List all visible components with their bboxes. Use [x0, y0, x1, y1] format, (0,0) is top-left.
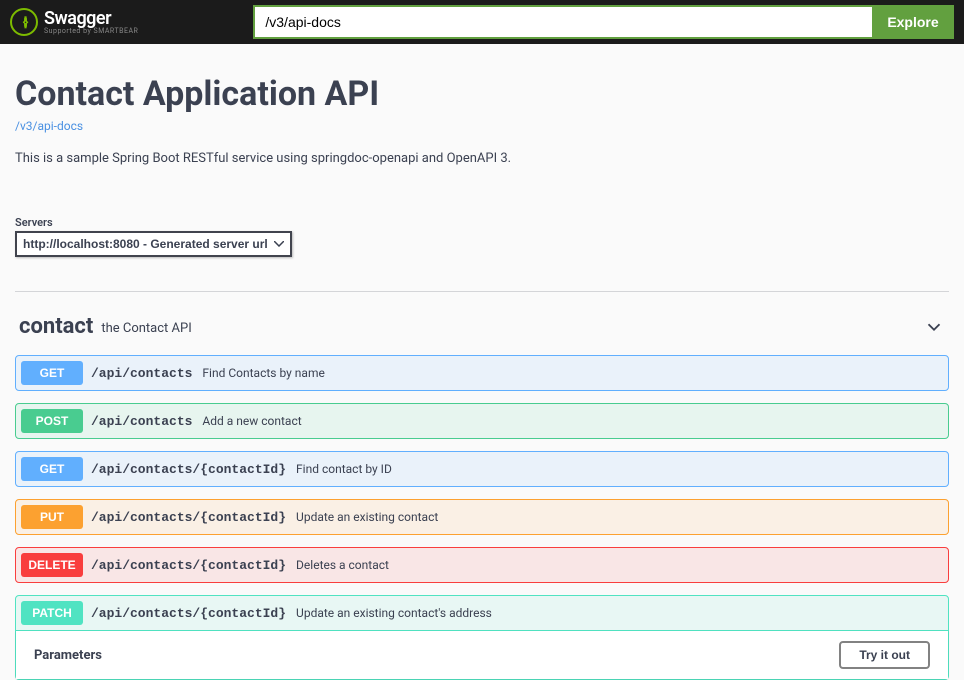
- method-badge: PUT: [21, 505, 83, 529]
- op-get-contact-by-id[interactable]: GET /api/contacts/{contactId} Find conta…: [15, 451, 949, 487]
- spec-url-input[interactable]: [253, 5, 872, 39]
- logo-text: Swagger: [44, 10, 138, 28]
- op-summary: Deletes a contact: [296, 558, 389, 572]
- op-summary: Find Contacts by name: [202, 366, 324, 380]
- op-path: /api/contacts/{contactId}: [91, 606, 286, 621]
- api-title: Contact Application API: [15, 74, 949, 114]
- op-patch-contact[interactable]: PATCH /api/contacts/{contactId} Update a…: [15, 595, 949, 680]
- server-select[interactable]: http://localhost:8080 - Generated server…: [15, 231, 292, 257]
- op-path: /api/contacts: [91, 366, 192, 381]
- chevron-down-icon: [923, 316, 945, 338]
- op-summary: Add a new contact: [202, 414, 301, 428]
- tag-description: the Contact API: [101, 321, 191, 336]
- method-badge: PATCH: [21, 601, 83, 625]
- method-badge: POST: [21, 409, 83, 433]
- op-summary: Update an existing contact: [296, 510, 438, 524]
- servers-label: Servers: [15, 216, 949, 229]
- tag-name: contact: [19, 314, 93, 339]
- swagger-logo-icon: { }: [10, 8, 38, 36]
- parameters-heading: Parameters: [34, 648, 102, 663]
- method-badge: GET: [21, 361, 83, 385]
- op-summary: Find contact by ID: [296, 462, 392, 476]
- method-badge: DELETE: [21, 553, 83, 577]
- search-form: Explore: [253, 5, 954, 39]
- docs-link[interactable]: /v3/api-docs: [15, 119, 83, 133]
- logo-subtext: Supported by SMARTBEAR: [44, 28, 138, 35]
- op-path: /api/contacts/{contactId}: [91, 462, 286, 477]
- topbar: { } Swagger Supported by SMARTBEAR Explo…: [0, 0, 964, 44]
- op-path: /api/contacts/{contactId}: [91, 558, 286, 573]
- op-put-contact[interactable]: PUT /api/contacts/{contactId} Update an …: [15, 499, 949, 535]
- tag-contact[interactable]: contact the Contact API: [15, 292, 949, 355]
- op-post-contacts[interactable]: POST /api/contacts Add a new contact: [15, 403, 949, 439]
- op-summary: Update an existing contact's address: [296, 606, 492, 620]
- op-path: /api/contacts: [91, 414, 192, 429]
- op-expanded-body: Parameters Try it out: [16, 630, 948, 679]
- op-delete-contact[interactable]: DELETE /api/contacts/{contactId} Deletes…: [15, 547, 949, 583]
- api-description: This is a sample Spring Boot RESTful ser…: [15, 151, 949, 166]
- method-badge: GET: [21, 457, 83, 481]
- try-it-out-button[interactable]: Try it out: [839, 641, 930, 669]
- swagger-logo[interactable]: { } Swagger Supported by SMARTBEAR: [10, 8, 158, 36]
- op-get-contacts[interactable]: GET /api/contacts Find Contacts by name: [15, 355, 949, 391]
- explore-button[interactable]: Explore: [872, 5, 954, 39]
- op-path: /api/contacts/{contactId}: [91, 510, 286, 525]
